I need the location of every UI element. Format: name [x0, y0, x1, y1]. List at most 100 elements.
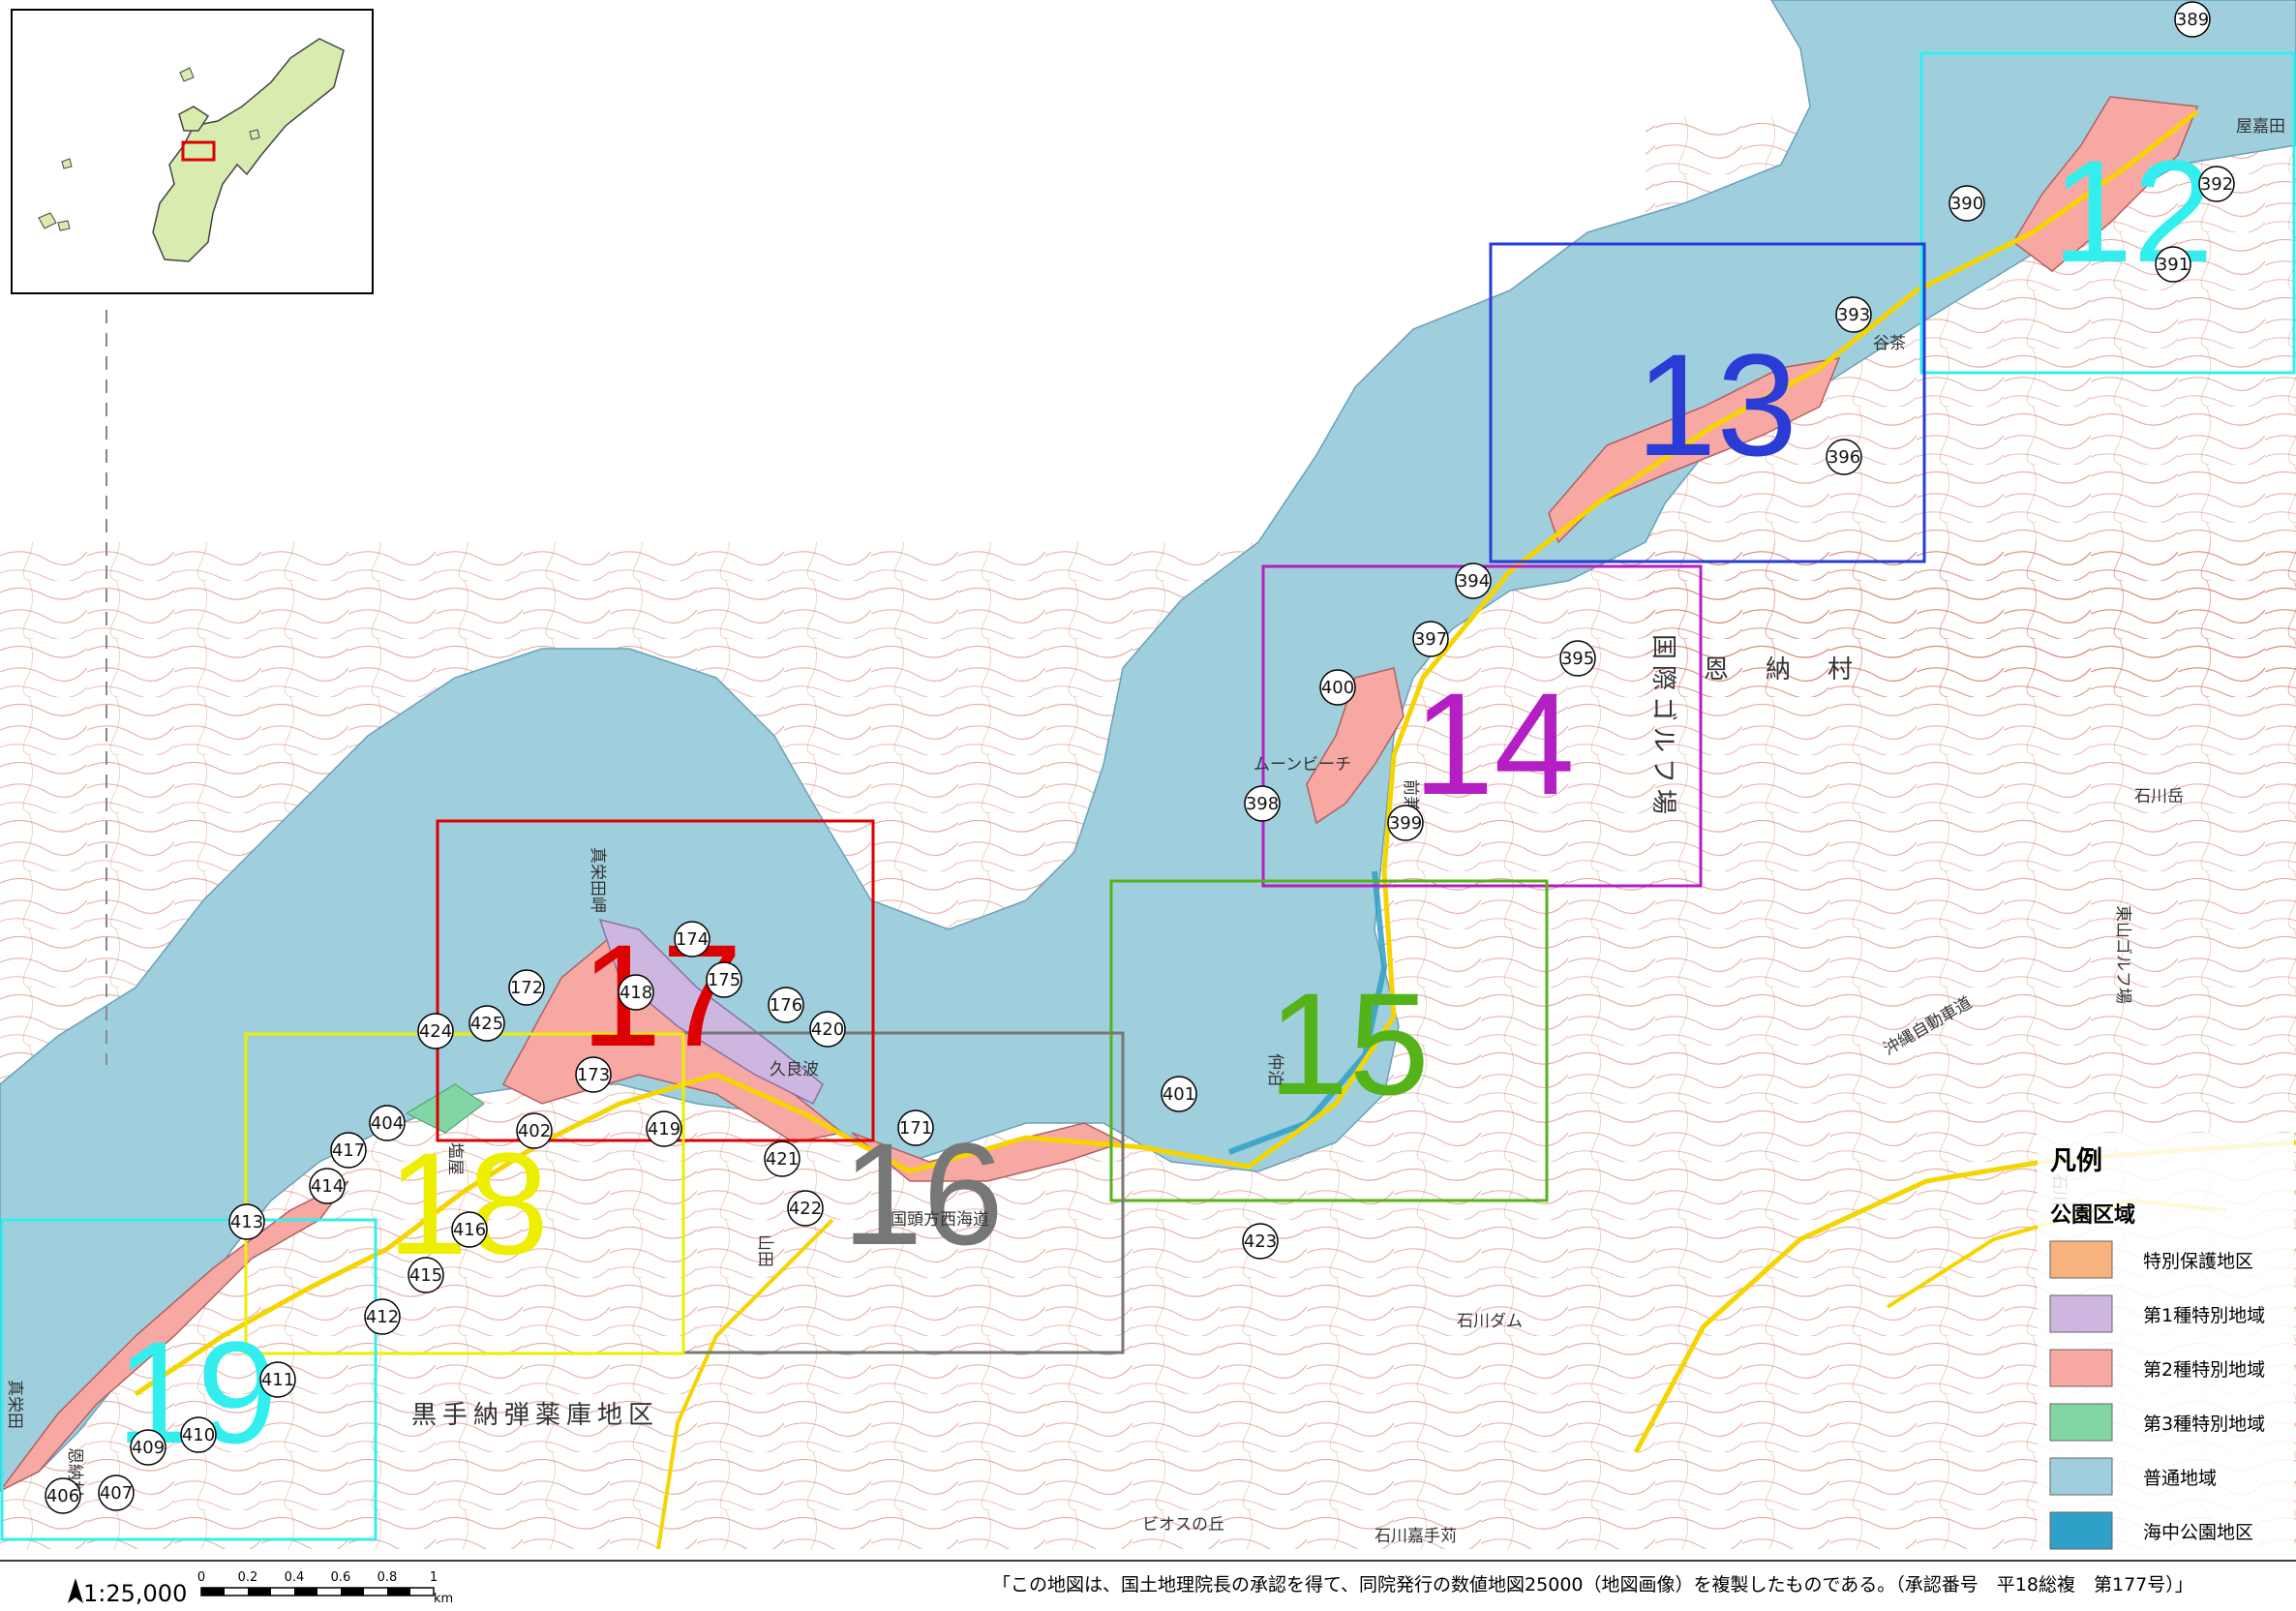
- marker-label: 398: [1246, 794, 1279, 814]
- place-ishikawa-dam: 石川ダム: [1457, 1312, 1523, 1331]
- marker-label: 424: [419, 1021, 452, 1042]
- point-marker-397: 397: [1412, 621, 1449, 657]
- map-canvas: 12 13 14 15 16 17 18 19 恩 納 村 国際ゴルフ場 黒手納…: [0, 0, 2296, 1611]
- sheet-number-14: 14: [1413, 662, 1575, 825]
- point-marker-411: 411: [259, 1361, 296, 1398]
- point-marker-419: 419: [646, 1110, 682, 1147]
- place-yakada: 屋嘉田: [2236, 117, 2285, 137]
- point-marker-393: 393: [1835, 296, 1872, 333]
- point-marker-414: 414: [309, 1168, 346, 1204]
- point-marker-402: 402: [516, 1112, 553, 1149]
- marker-label: 421: [766, 1149, 799, 1170]
- marker-label: 173: [577, 1065, 610, 1085]
- place-tancha: 谷茶: [1873, 334, 1906, 353]
- marker-label: 175: [708, 970, 740, 990]
- marker-label: 422: [789, 1199, 822, 1219]
- scalebar-unit: km: [434, 1592, 453, 1606]
- point-marker-425: 425: [468, 1005, 505, 1042]
- point-marker-418: 418: [618, 974, 654, 1011]
- marker-label: 401: [1163, 1084, 1195, 1105]
- marker-label: 409: [132, 1438, 165, 1458]
- point-marker-389: 389: [2174, 1, 2211, 38]
- marker-label: 416: [453, 1220, 486, 1240]
- legend-swatch: [2049, 1457, 2113, 1496]
- park-zoning-map: 12 13 14 15 16 17 18 19 恩 納 村 国際ゴルフ場 黒手納…: [0, 0, 2296, 1611]
- place-shioya: 塩屋: [445, 1142, 465, 1175]
- marker-label: 393: [1837, 305, 1870, 325]
- point-marker-399: 399: [1387, 805, 1424, 841]
- inset-islet-4: [57, 220, 71, 231]
- place-ammunition-area: 黒手納弾薬庫地区: [411, 1401, 659, 1430]
- marker-label: 410: [182, 1425, 215, 1445]
- marker-label: 402: [518, 1121, 551, 1141]
- place-ishikawa-dake: 石川岳: [2134, 787, 2184, 806]
- legend-title: 凡例: [2050, 1146, 2102, 1176]
- place-kurahaa: 久良波: [770, 1060, 819, 1079]
- place-higashiyama-golf: 東山ゴルフ場: [2113, 905, 2133, 1004]
- point-marker-391: 391: [2155, 246, 2191, 283]
- inset-map: [11, 9, 374, 294]
- marker-label: 174: [676, 929, 709, 950]
- marker-label: 417: [332, 1140, 365, 1161]
- marker-label: 415: [409, 1265, 442, 1286]
- legend-swatch: [2049, 1511, 2113, 1550]
- place-golf: 国際ゴルフ場: [1648, 634, 1677, 820]
- point-marker-401: 401: [1161, 1076, 1197, 1112]
- scalebar-segment: [294, 1588, 317, 1596]
- point-marker-396: 396: [1826, 439, 1862, 475]
- scale-text: 1:25,000: [83, 1580, 187, 1607]
- place-maeda-cape: 真栄田岬: [588, 847, 607, 913]
- sheet-number-18: 18: [387, 1122, 549, 1285]
- point-marker-390: 390: [1949, 185, 1985, 222]
- marker-label: 176: [770, 995, 802, 1016]
- point-marker-415: 415: [408, 1257, 444, 1293]
- scalebar-segment: [341, 1588, 364, 1596]
- point-marker-392: 392: [2198, 166, 2235, 202]
- copyright-note: 「この地図は、国土地理院長の承認を得て、同院発行の数値地図25000（地図画像）…: [992, 1574, 2193, 1596]
- scalebar-tick-label: 1: [430, 1570, 438, 1585]
- scalebar-segment: [248, 1588, 271, 1596]
- place-kunigami-road: 国頭方西海道: [891, 1210, 989, 1230]
- point-marker-407: 407: [98, 1474, 135, 1511]
- marker-label: 395: [1561, 649, 1594, 669]
- marker-label: 394: [1457, 571, 1490, 592]
- point-marker-173: 173: [575, 1056, 612, 1093]
- legend-swatch: [2049, 1240, 2113, 1279]
- marker-label: 406: [46, 1486, 79, 1506]
- marker-label: 412: [366, 1307, 399, 1327]
- point-marker-409: 409: [130, 1429, 166, 1466]
- point-marker-174: 174: [674, 921, 710, 957]
- marker-label: 172: [510, 978, 543, 998]
- legend-item-label: 第1種特別地域: [2143, 1305, 2265, 1326]
- marker-label: 404: [371, 1113, 404, 1134]
- point-marker-410: 410: [180, 1416, 217, 1453]
- legend-item-label: 海中公園地区: [2143, 1522, 2253, 1543]
- point-marker-395: 395: [1559, 640, 1596, 677]
- point-marker-175: 175: [706, 961, 742, 998]
- marker-label: 396: [1828, 447, 1860, 468]
- sheet-number-13: 13: [1636, 323, 1798, 486]
- point-marker-412: 412: [364, 1298, 401, 1335]
- marker-label: 399: [1389, 813, 1422, 834]
- point-marker-417: 417: [330, 1132, 367, 1169]
- place-bios-hill: ビオスの丘: [1142, 1515, 1224, 1535]
- place-yamada: 山田: [755, 1234, 774, 1267]
- point-marker-423: 423: [1242, 1223, 1279, 1260]
- marker-label: 414: [311, 1176, 344, 1197]
- place-nakadomari: 仲泊: [1265, 1053, 1284, 1086]
- legend-item-label: 特別保護地区: [2143, 1251, 2253, 1272]
- legend: 凡例 公園区域 特別保護地区第1種特別地域第2種特別地域第3種特別地域普通地域海…: [2038, 1133, 2294, 1550]
- marker-label: 392: [2200, 174, 2233, 195]
- point-marker-172: 172: [508, 969, 545, 1006]
- point-marker-404: 404: [369, 1105, 406, 1141]
- point-marker-400: 400: [1319, 669, 1356, 706]
- marker-label: 390: [1950, 194, 1983, 214]
- marker-label: 411: [261, 1370, 294, 1390]
- point-marker-413: 413: [228, 1203, 265, 1240]
- scalebar-tick-label: 0: [197, 1570, 205, 1585]
- legend-item-label: 第2種特別地域: [2143, 1359, 2265, 1381]
- marker-label: 400: [1321, 678, 1354, 698]
- point-marker-406: 406: [45, 1477, 81, 1514]
- scalebar-tick-label: 0.8: [378, 1570, 398, 1585]
- marker-label: 423: [1244, 1231, 1277, 1252]
